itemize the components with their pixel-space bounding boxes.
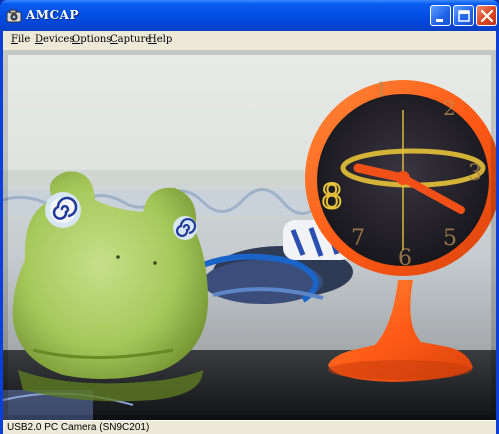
- menu-options-label: ptions: [80, 34, 112, 45]
- clock-numeral: 6: [398, 246, 412, 271]
- clock-numeral: 5: [443, 226, 457, 251]
- menu-devices[interactable]: Devices: [35, 34, 74, 45]
- camera-feed-image: 1 2 3 5 6 7 8: [3, 50, 496, 420]
- status-device-text: USB2.0 PC Camera (SN9C201): [7, 422, 150, 433]
- maximize-button[interactable]: [453, 5, 474, 26]
- clock-numeral: 8: [321, 177, 343, 217]
- menu-file-label: ile: [17, 34, 31, 45]
- menu-capture[interactable]: Capture: [110, 34, 151, 45]
- menu-bar: File Devices Options Capture Help: [3, 31, 496, 50]
- menu-help-mnemonic: H: [148, 34, 157, 45]
- menu-file[interactable]: File: [11, 34, 30, 45]
- menu-options-mnemonic: O: [72, 34, 81, 45]
- status-bar: USB2.0 PC Camera (SN9C201): [3, 420, 496, 434]
- menu-options[interactable]: Options: [72, 34, 111, 45]
- clock-numeral: 3: [468, 161, 482, 186]
- menu-devices-mnemonic: D: [35, 34, 44, 45]
- close-button[interactable]: [476, 5, 497, 26]
- minimize-icon: [436, 19, 443, 22]
- amcap-window: AMCAP File Devices Options Capture Help: [0, 0, 499, 434]
- menu-help[interactable]: Help: [148, 34, 172, 45]
- minimize-button[interactable]: [430, 5, 451, 26]
- clock-numeral: 1: [375, 77, 388, 101]
- close-icon: [480, 9, 494, 23]
- clock-numeral: 2: [443, 96, 456, 120]
- maximize-icon: [458, 10, 470, 22]
- window-title: AMCAP: [26, 8, 79, 22]
- menu-file-mnemonic: F: [11, 34, 18, 45]
- app-camera-icon[interactable]: [6, 8, 22, 23]
- title-bar[interactable]: AMCAP: [0, 0, 499, 31]
- video-preview: 1 2 3 5 6 7 8: [3, 50, 496, 420]
- menu-devices-label: evices: [43, 34, 75, 45]
- menu-help-label: elp: [156, 34, 173, 45]
- menu-capture-label: apture: [117, 34, 152, 45]
- menu-capture-mnemonic: C: [110, 34, 118, 45]
- clock-numeral: 7: [351, 226, 365, 251]
